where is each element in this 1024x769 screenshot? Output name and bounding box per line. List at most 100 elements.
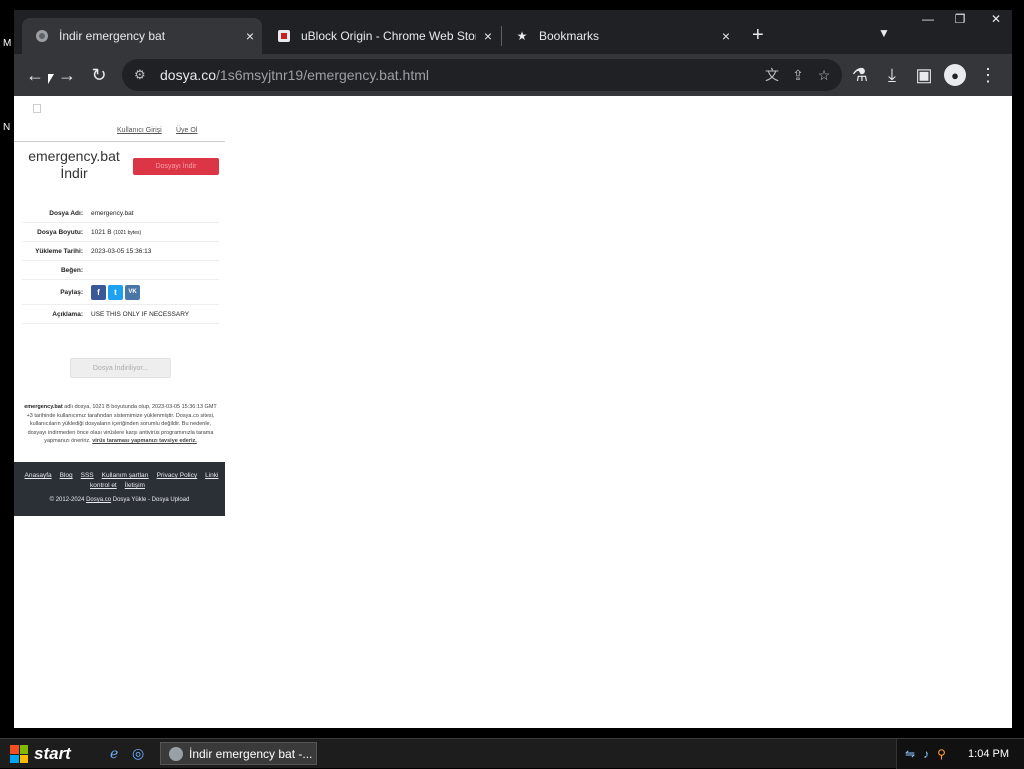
- tab-title: İndir emergency bat: [59, 29, 166, 43]
- footer-link-faq[interactable]: SSS: [81, 472, 94, 479]
- info-row-like: Beğen:: [22, 261, 219, 280]
- profile-avatar-icon[interactable]: ●: [944, 64, 966, 86]
- internet-explorer-icon[interactable]: ℯ: [110, 745, 118, 762]
- share-buttons: f t VK: [91, 284, 219, 300]
- minimize-icon[interactable]: —: [912, 10, 944, 28]
- address-bar[interactable]: ⚙ dosya.co/1s6msyjtnr19/emergency.bat.ht…: [122, 59, 842, 91]
- twitter-icon[interactable]: t: [108, 284, 123, 300]
- url-host: dosya.co: [160, 67, 217, 83]
- divider: [14, 141, 225, 142]
- close-tab-icon[interactable]: ×: [476, 28, 500, 44]
- side-panel-icon[interactable]: ▣: [912, 63, 936, 87]
- info-row-date: Yükleme Tarihi: 2023-03-05 15:36:13: [22, 242, 219, 261]
- globe-icon: [169, 746, 183, 761]
- info-label: Dosya Adı:: [49, 209, 83, 217]
- info-value: 2023-03-05 15:36:13: [91, 247, 152, 255]
- search-icon[interactable]: ⚲: [937, 747, 946, 761]
- register-link[interactable]: Üye Ol: [176, 127, 197, 134]
- window-controls: — ❐ ✕: [912, 10, 1016, 28]
- logo-image: [33, 104, 41, 113]
- back-arrow-icon[interactable]: ←: [23, 63, 47, 87]
- footer-links: Anasayfa Blog SSS Kullanım şartları Privacy …: [14, 471, 225, 491]
- footer-copyright: © 2012-2024 Dosya.co Dosya Yükle - Dosya…: [14, 497, 225, 503]
- info-row-size: Dosya Boyutu: 1021 B (1021 bytes): [22, 223, 219, 242]
- network-icon[interactable]: ⇋: [905, 747, 915, 761]
- star-icon: ★: [516, 29, 528, 43]
- labs-flask-icon[interactable]: ⚗: [848, 63, 872, 87]
- download-icon[interactable]: ⤓: [880, 63, 904, 87]
- footer-link-blog[interactable]: Blog: [60, 472, 73, 479]
- info-value: 1021 B (1021 bytes): [91, 229, 219, 236]
- close-tab-icon[interactable]: ×: [238, 28, 262, 44]
- footer-link-home[interactable]: Anasayfa: [25, 472, 52, 479]
- share-icon[interactable]: ⇪: [788, 65, 808, 85]
- url-path: /1s6msyjtnr19/emergency.bat.html: [216, 67, 429, 83]
- close-tab-icon[interactable]: ×: [714, 28, 738, 44]
- tab-title: Bookmarks: [539, 29, 600, 43]
- about-text: emergency.bat adlı dosya, 1021 B boyutun…: [22, 403, 219, 446]
- info-value: USE THIS ONLY IF NECESSARY: [91, 310, 190, 318]
- volume-icon[interactable]: ♪: [923, 747, 929, 761]
- new-tab-button[interactable]: +: [752, 24, 764, 47]
- download-button-top[interactable]: Dosyayı İndir: [133, 158, 219, 175]
- file-title: emergency.bat İndir: [24, 148, 124, 182]
- url-text: dosya.co/1s6msyjtnr19/emergency.bat.html: [160, 67, 429, 83]
- tab-indir-emergency[interactable]: İndir emergency bat ×: [22, 18, 262, 54]
- page-footer: Anasayfa Blog SSS Kullanım şartları Privacy …: [14, 462, 225, 516]
- login-link[interactable]: Kullanıcı Girişi: [117, 127, 162, 134]
- about-file-name: emergency.bat: [24, 404, 63, 410]
- copyright-suffix: Dosya Yükle - Dosya Upload: [112, 497, 190, 503]
- tab-search-chevron-icon[interactable]: ▼: [878, 26, 890, 40]
- size-bytes: (1021 bytes): [113, 229, 142, 236]
- task-title: İndir emergency bat -...: [189, 746, 313, 761]
- info-row-description: Açıklama: USE THIS ONLY IF NECESSARY: [22, 305, 219, 324]
- taskbar-chrome-window[interactable]: İndir emergency bat -...: [160, 742, 317, 765]
- info-label: Yükleme Tarihi:: [35, 247, 83, 255]
- tab-title: uBlock Origin - Chrome Web Store: [301, 29, 476, 43]
- windows-logo-icon: [10, 745, 28, 763]
- clock: 1:04 PM: [968, 748, 1009, 760]
- desktop-fragment: M: [3, 38, 12, 49]
- taskbar: start ℯ ◎ İndir emergency bat -... ⇋ ♪ ⚲…: [0, 738, 1024, 769]
- omnibox-actions: 文 ⇪ ☆: [762, 65, 834, 85]
- file-title-action: İndir: [60, 165, 88, 181]
- desktop-fragment: N: [3, 122, 11, 133]
- copyright-link[interactable]: Dosya.co: [86, 497, 111, 503]
- footer-link-privacy[interactable]: Privacy Policy: [157, 472, 197, 479]
- info-label: Beğen:: [60, 266, 83, 274]
- tab-ublock-origin[interactable]: uBlock Origin - Chrome Web Store ×: [264, 18, 500, 54]
- translate-icon[interactable]: 文: [762, 65, 782, 85]
- facebook-icon[interactable]: f: [91, 284, 106, 300]
- mouse-cursor: [48, 74, 54, 84]
- info-label: Açıklama:: [52, 310, 83, 318]
- page-viewport: Kullanıcı Girişi Üye Ol emergency.bat İn…: [14, 96, 1012, 728]
- footer-link-terms[interactable]: Kullanım şartları: [102, 472, 149, 479]
- site-info-icon[interactable]: ⚙: [134, 67, 152, 83]
- start-button[interactable]: start: [0, 739, 96, 769]
- bookmark-star-icon[interactable]: ☆: [814, 65, 834, 85]
- menu-kebab-icon[interactable]: ⋮: [976, 63, 1000, 87]
- maximize-icon[interactable]: ❐: [944, 10, 976, 28]
- vk-icon[interactable]: VK: [125, 284, 140, 300]
- globe-icon: [34, 28, 50, 44]
- virus-scan-link[interactable]: virüs taraması yapmanızı tavsiye ederiz.: [92, 438, 197, 444]
- info-value: emergency.bat: [91, 209, 134, 217]
- info-label: Paylaş:: [60, 288, 83, 296]
- reload-icon[interactable]: ↻: [87, 63, 111, 87]
- size-value: 1021 B: [91, 228, 112, 236]
- start-label: start: [34, 744, 71, 763]
- info-label: Dosya Boyutu:: [37, 228, 83, 236]
- info-row-name: Dosya Adı: emergency.bat: [22, 204, 219, 223]
- tab-bookmarks[interactable]: ★ Bookmarks ×: [502, 18, 738, 54]
- file-info-table: Dosya Adı: emergency.bat Dosya Boyutu: 1…: [22, 204, 219, 324]
- footer-link-contact[interactable]: İletişim: [125, 482, 145, 489]
- close-window-icon[interactable]: ✕: [976, 10, 1016, 28]
- quicklaunch-app-icon[interactable]: ◎: [132, 745, 144, 762]
- info-row-share: Paylaş: f t VK: [22, 280, 219, 305]
- browser-toolbar: ← → ↻ ⚙ dosya.co/1s6msyjtnr19/emergency.…: [14, 54, 1012, 96]
- ublock-icon: [276, 28, 292, 44]
- browser-window: İndir emergency bat × uBlock Origin - Ch…: [14, 10, 1012, 728]
- copyright-prefix: © 2012-2024: [49, 497, 85, 503]
- download-button-main[interactable]: Dosya İndiriliyor...: [70, 358, 171, 378]
- forward-arrow-icon[interactable]: →: [55, 63, 79, 87]
